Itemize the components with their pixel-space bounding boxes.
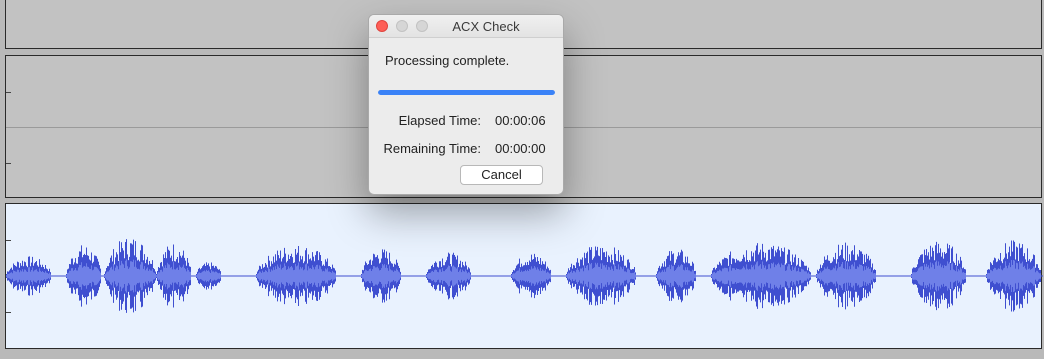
cancel-button[interactable]: Cancel xyxy=(460,165,543,185)
progress-bar-fill xyxy=(378,90,555,95)
elapsed-time-value: 00:00:06 xyxy=(495,113,546,128)
dialog-title: ACX Check xyxy=(452,19,520,34)
audio-track-selected[interactable] xyxy=(5,203,1043,350)
acx-check-dialog: ACX Check Processing complete. Elapsed T… xyxy=(368,14,564,195)
progress-bar xyxy=(378,90,555,95)
remaining-time-label: Remaining Time: xyxy=(383,141,481,156)
elapsed-time-label: Elapsed Time: xyxy=(398,113,481,128)
audio-waveform[interactable] xyxy=(6,204,1043,350)
dialog-titlebar[interactable]: ACX Check xyxy=(369,15,563,38)
ruler-tick xyxy=(6,92,11,93)
remaining-time-value: 00:00:00 xyxy=(495,141,546,156)
status-message: Processing complete. xyxy=(385,53,510,68)
ruler-tick xyxy=(6,163,11,164)
